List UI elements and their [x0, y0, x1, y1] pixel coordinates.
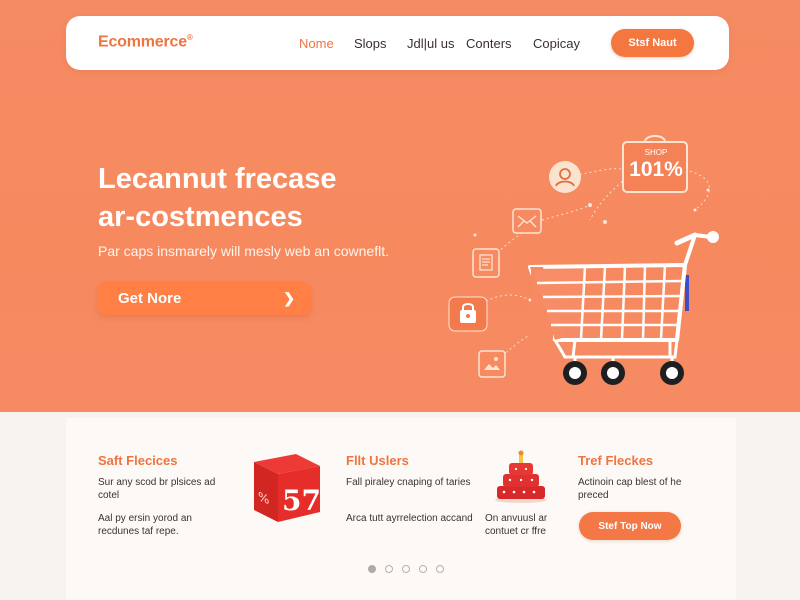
hero-illustration: SHOP 101% — [430, 120, 750, 410]
shopping-cart-icon — [528, 231, 719, 385]
navbar: Ecommerce® Nome Slops Jdl|ul us Conters … — [66, 16, 729, 70]
cake-image — [495, 450, 547, 503]
feature-1-title: Saft Flecices — [98, 453, 178, 468]
hero-section: Ecommerce® Nome Slops Jdl|ul us Conters … — [0, 0, 800, 412]
document-icon — [472, 248, 500, 278]
pagination-dot-3[interactable] — [402, 565, 410, 573]
hero-title: Lecannut frecase ar-costmences — [98, 160, 438, 236]
feature-2-title: Fllt Uslers — [346, 453, 409, 468]
badge-percent: 101% — [629, 158, 683, 181]
start-button[interactable]: Stsf Naut — [611, 29, 694, 57]
get-more-label: Get Nore — [118, 290, 182, 307]
image-icon — [478, 350, 506, 378]
nav-link-company[interactable]: Copicay — [533, 36, 580, 51]
feature-2-text-2: Arca tutt ayrrelection accand — [346, 513, 473, 524]
feature-3-text-1: Actinoin cap blest of he preced — [578, 477, 682, 501]
feature-3-title: Tref Fleckes — [578, 453, 654, 468]
nav-link-shops[interactable]: Slops — [354, 36, 387, 51]
hero-title-line-1: Lecannut frecase — [98, 163, 337, 195]
sale-box-number: 57 — [282, 484, 321, 517]
pagination-dot-1[interactable] — [368, 565, 376, 573]
sale-box-image: % 57 — [254, 454, 321, 522]
feature-2-text-1: Fall piraley cnaping of taries — [346, 477, 471, 488]
carousel-pagination — [368, 565, 444, 573]
lock-icon — [448, 296, 488, 332]
feature-3-text-2: On anvuusl ar contuet cr ffre — [485, 513, 548, 537]
nav-link-about[interactable]: Jdl|ul us — [407, 36, 454, 51]
pagination-dot-2[interactable] — [385, 565, 393, 573]
feature-1-text-1: Sur any scod br plsices ad cotel — [98, 477, 216, 501]
hero-title-line-2: ar-costmences — [98, 201, 303, 233]
logo[interactable]: Ecommerce® — [98, 33, 193, 51]
get-more-button[interactable]: Get Nore ❯ — [98, 282, 311, 315]
pagination-dot-4[interactable] — [419, 565, 427, 573]
pagination-dot-5[interactable] — [436, 565, 444, 573]
chevron-right-icon: ❯ — [283, 290, 295, 306]
user-icon — [549, 161, 581, 193]
feature-1-text-2: Aal py ersin yorod an recdunes taf repe. — [98, 513, 192, 537]
nav-link-home[interactable]: Nome — [299, 36, 334, 51]
shop-now-button[interactable]: Stef Top Now — [579, 512, 681, 540]
hero-subtitle: Par caps insmarely will mesly web an cow… — [98, 243, 389, 259]
badge-label: SHOP — [644, 148, 668, 157]
nav-link-contacts[interactable]: Conters — [466, 36, 512, 51]
